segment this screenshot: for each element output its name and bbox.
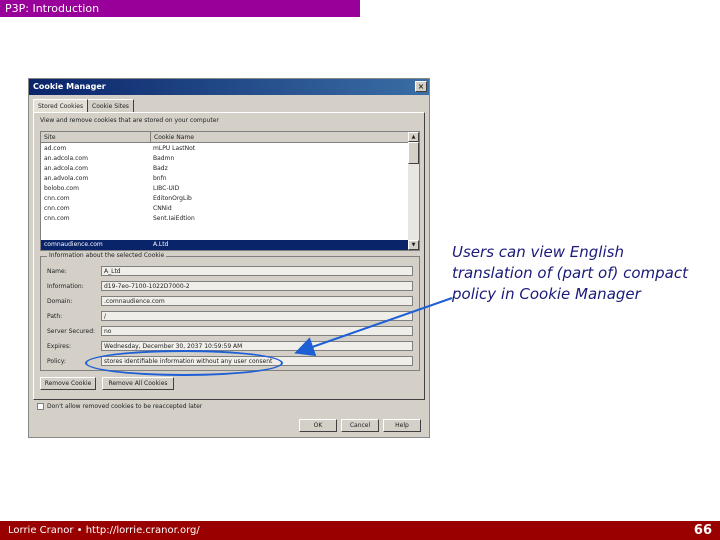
site-cell: an.adcola.com [44,155,88,162]
site-cell: comnaudience.com [44,241,103,248]
column-header-site[interactable]: Site [41,132,151,143]
site-cell: an.advola.com [44,175,89,182]
name-label: Name: [47,268,67,275]
site-cell: an.adcola.com [44,165,88,172]
site-cell: cnn.com [44,195,70,202]
table-row[interactable]: an.adcola.com Badz [41,164,409,174]
server-secured-field[interactable]: no [101,326,413,336]
ok-button[interactable]: OK [299,419,337,432]
table-row[interactable]: bolobo.com LIBC-UID [41,184,409,194]
cookie-name-cell: A.Ltd [153,241,169,248]
table-row[interactable]: cnn.com Sent.IaiEdtion [41,214,409,224]
tab-stored-cookies[interactable]: Stored Cookies [33,99,89,112]
cookie-name-cell: mLPU LastNot [153,145,196,152]
cookie-name-cell: bnfn [153,175,167,182]
expires-field[interactable]: Wednesday, December 30, 2037 10:59:59 AM [101,341,413,351]
remove-cookie-button[interactable]: Remove Cookie [40,377,96,390]
domain-label: Domain: [47,298,73,305]
cookie-name-cell: EditonOrgLib [153,195,192,202]
reaccept-checkbox-row[interactable]: Don't allow removed cookies to be reacce… [37,403,202,410]
table-row[interactable]: an.advola.com bnfn [41,174,409,184]
reaccept-checkbox-label: Don't allow removed cookies to be reacce… [47,403,203,410]
callout-text: Users can view English translation of (p… [452,243,688,303]
intro-text: View and remove cookies that are stored … [40,117,219,124]
cancel-button[interactable]: Cancel [341,419,379,432]
scroll-thumb[interactable] [408,142,419,164]
window-title: Cookie Manager [29,79,429,95]
tab-cookie-sites[interactable]: Cookie Sites [87,99,134,112]
domain-field[interactable]: .comnaudience.com [101,296,413,306]
name-field[interactable]: A_Ltd [101,266,413,276]
information-label: Information: [47,283,84,290]
table-row[interactable]: cnn.com CNNid [41,204,409,214]
close-icon[interactable]: × [415,81,427,92]
policy-highlight-ring [85,350,283,376]
cookie-list[interactable]: Site Cookie Name ad.com mLPU LastNot an.a… [40,131,420,251]
remove-all-cookies-button[interactable]: Remove All Cookies [102,377,174,390]
site-cell: cnn.com [44,205,70,212]
help-button[interactable]: Help [383,419,421,432]
slide-footer: Lorrie Cranor • http://lorrie.cranor.org… [0,521,720,540]
scroll-down-icon[interactable]: ▼ [408,240,419,250]
table-row[interactable]: cnn.com EditonOrgLib [41,194,409,204]
table-row-selected[interactable]: comnaudience.com A.Ltd [41,240,409,250]
cookie-name-cell: Badmn [153,155,175,162]
slide-header: P3P: Introduction [0,0,360,17]
scroll-up-icon[interactable]: ▲ [408,132,419,142]
server-secured-label: Server Secured: [47,328,96,335]
path-label: Path: [47,313,63,320]
cookie-name-cell: Badz [153,165,168,172]
cookie-manager-window: Cookie Manager × Stored Cookies Cookie S… [28,78,430,438]
site-cell: bolobo.com [44,185,79,192]
path-field[interactable]: / [101,311,413,321]
footer-credit: Lorrie Cranor • http://lorrie.cranor.org… [8,525,200,536]
page-number: 66 [693,523,712,538]
table-row[interactable]: ad.com mLPU LastNot [41,144,409,154]
reaccept-checkbox[interactable] [37,403,44,410]
column-header-cookie-name[interactable]: Cookie Name [151,132,409,143]
cookie-name-cell: LIBC-UID [153,185,180,192]
list-scrollbar[interactable]: ▲ ▼ [408,132,419,250]
cookie-name-cell: CNNid [153,205,172,212]
table-row[interactable]: an.adcola.com Badmn [41,154,409,164]
expires-label: Expires: [47,343,71,350]
site-cell: cnn.com [44,215,70,222]
site-cell: ad.com [44,145,67,152]
info-group-label: Information about the selected Cookie [47,252,167,259]
cookie-name-cell: Sent.IaiEdtion [153,215,195,222]
information-field[interactable]: d19-7eo-7100-1022D7000-2 [101,281,413,291]
list-header: Site Cookie Name [41,132,409,143]
